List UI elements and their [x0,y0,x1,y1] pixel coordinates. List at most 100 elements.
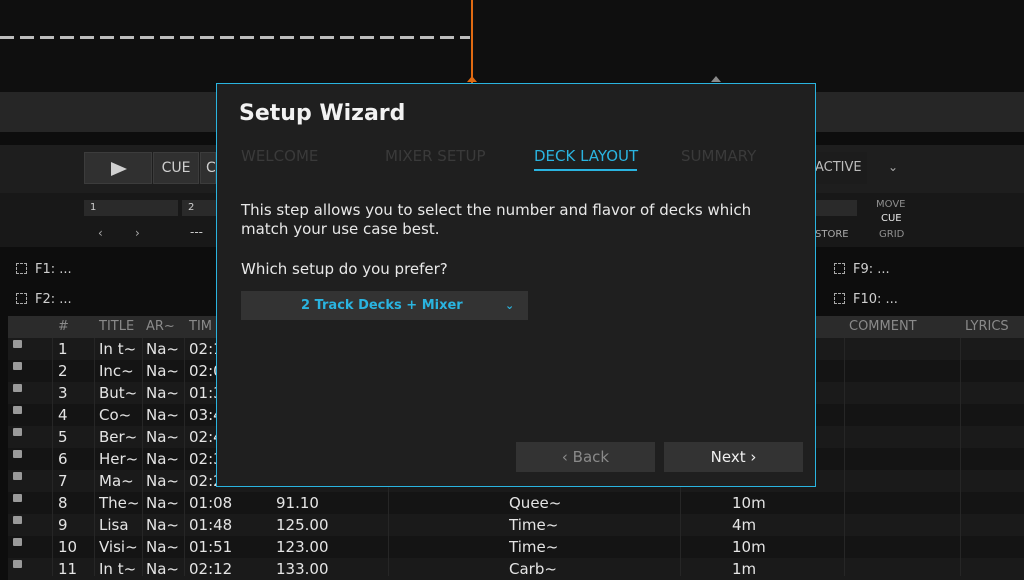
cell-artist: Na~ [146,428,179,446]
cell-num: 11 [58,560,78,578]
step-description: This step allows you to select the numbe… [241,201,752,238]
setup-question: Which setup do you prefer? [241,260,448,278]
hotcue-slot[interactable] [815,200,857,216]
cell-title: In t~ [99,340,137,358]
cell-time: 01:51 [189,538,233,556]
dialog-title: Setup Wizard [239,101,406,126]
cell-title: Her~ [99,450,139,468]
cell-album: Time~ [509,538,559,556]
cell-artist: Na~ [146,362,179,380]
lock-icon [13,450,22,458]
loop-slot-1[interactable]: 1 [84,200,178,216]
cell-title: Ber~ [99,428,138,446]
column-header-title[interactable]: TITLE [99,319,134,334]
column-header-comment[interactable]: COMMENT [849,319,917,334]
move-cue-mode[interactable]: CUE [881,213,902,224]
cell-artist: Na~ [146,340,179,358]
chevron-right-icon[interactable]: › [135,226,140,240]
active-button[interactable]: ACTIVE [815,152,867,184]
checkbox-icon [834,263,845,274]
cell-num: 5 [58,428,68,446]
lock-icon [13,494,22,502]
cell-num: 1 [58,340,68,358]
cell-album: Time~ [509,516,559,534]
deck-setup-select[interactable]: 2 Track Decks + Mixer ⌄ [241,291,528,320]
table-row[interactable]: 10 Visi~ Na~ 01:51 123.00 Time~ 10m [8,536,1024,558]
move-grid-mode[interactable]: GRID [879,229,904,240]
lock-icon [13,560,22,568]
chevron-down-icon[interactable]: ⌄ [888,160,898,174]
table-row[interactable]: 8 The~ Na~ 01:08 91.10 Quee~ 10m [8,492,1024,514]
favorite-f10[interactable]: F10: ... [834,286,898,314]
waveform-beatgrid [0,36,470,39]
step-summary[interactable]: SUMMARY [681,147,756,165]
cue-marker-icon [711,76,721,82]
cell-num: 3 [58,384,68,402]
column-header-artist[interactable]: AR~ [146,319,175,334]
lock-icon [13,362,22,370]
column-header-time[interactable]: TIM [189,319,212,334]
deck-setup-value: 2 Track Decks + Mixer [301,298,463,313]
column-header-lyrics[interactable]: LYRICS [965,319,1009,334]
play-icon [111,162,127,176]
cell-artist: Na~ [146,450,179,468]
cell-artist: Na~ [146,516,179,534]
store-button[interactable]: STORE [815,229,849,240]
cell-album: Quee~ [509,494,562,512]
chevron-left-icon[interactable]: ‹ [98,226,103,240]
lock-icon [13,340,22,348]
cue-button[interactable]: CUE [153,152,199,184]
cell-bpm: 123.00 [276,538,329,556]
lock-icon [13,472,22,480]
cell-artist: Na~ [146,538,179,556]
cell-title: Visi~ [99,538,138,556]
favorite-f2[interactable]: F2: ... [16,286,72,314]
table-row[interactable]: 9 Lisa Na~ 01:48 125.00 Time~ 4m [8,514,1024,536]
cell-artist: Na~ [146,406,179,424]
cell-title: The~ [99,494,140,512]
cell-time: 02:12 [189,560,233,578]
cup-button[interactable]: C [200,152,216,184]
checkbox-icon [16,263,27,274]
lock-icon [13,428,22,436]
cell-num: 7 [58,472,68,490]
next-button[interactable]: Next › [664,442,803,472]
step-welcome[interactable]: WELCOME [241,147,318,165]
setup-wizard-dialog: Setup Wizard WELCOME MIXER SETUP DECK LA… [216,83,816,487]
loop-slot-2[interactable]: 2 [182,200,216,216]
lock-icon [13,516,22,524]
step-mixer-setup[interactable]: MIXER SETUP [385,147,486,165]
favorite-f1[interactable]: F1: ... [16,256,72,284]
cell-title: Inc~ [99,362,134,380]
checkbox-icon [834,293,845,304]
cell-artist: Na~ [146,494,179,512]
cell-bpm: 133.00 [276,560,329,578]
cell-artist: Na~ [146,560,179,578]
cell-title: Lisa [99,516,129,534]
cell-time: 01:48 [189,516,233,534]
cell-key: 1m [732,560,757,578]
cell-title: Co~ [99,406,132,424]
table-row[interactable]: 11 In t~ Na~ 02:12 133.00 Carb~ 1m [8,558,1024,580]
cell-key: 4m [732,516,757,534]
checkbox-icon [16,293,27,304]
lock-icon [13,406,22,414]
cell-title: Ma~ [99,472,134,490]
cell-bpm: 91.10 [276,494,319,512]
cell-num: 6 [58,450,68,468]
cell-num: 10 [58,538,78,556]
cell-artist: Na~ [146,384,179,402]
move-label[interactable]: MOVE [876,199,905,210]
step-deck-layout[interactable]: DECK LAYOUT [534,147,638,165]
cell-key: 10m [732,494,766,512]
favorite-f9[interactable]: F9: ... [834,256,890,284]
back-button[interactable]: ‹ Back [516,442,655,472]
cell-num: 4 [58,406,68,424]
active-step-indicator [534,169,637,171]
column-header-number[interactable]: # [58,319,69,334]
lock-icon [13,538,22,546]
cell-num: 8 [58,494,68,512]
waveform-display[interactable] [0,0,1024,92]
play-button[interactable] [84,152,152,184]
cell-num: 2 [58,362,68,380]
